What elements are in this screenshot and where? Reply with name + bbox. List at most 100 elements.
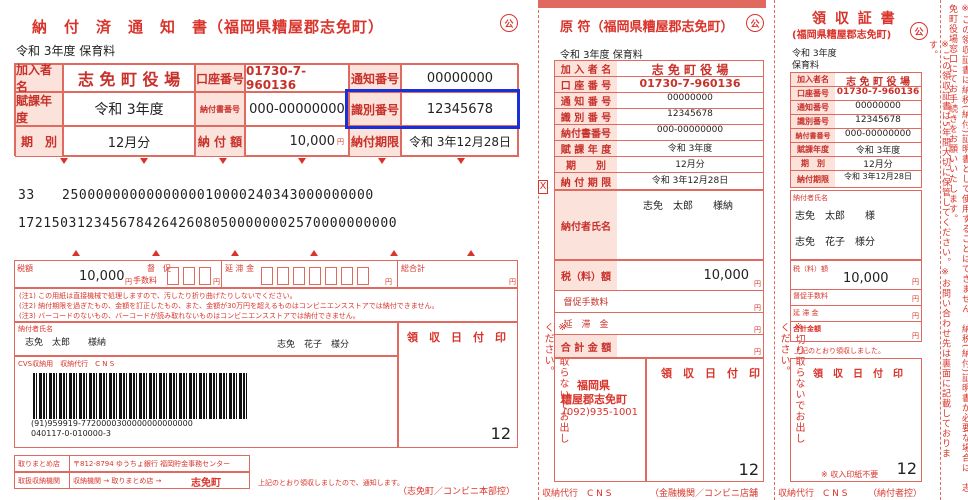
marker-triangle [378,158,386,164]
nofusha-1: 志免 太郎 様 [795,211,875,222]
top-band [538,0,766,8]
yen-unit: 円 [912,295,919,303]
label-ryoshu: 領 収 日 付 印 [407,331,506,344]
note-1: (注1) この用紙は直接機械で処理しますので、汚したり折り曲げたりしないでくださ… [19,292,297,300]
koin-stamp: 公 [746,14,764,32]
koin-stamp: 公 [910,22,928,40]
footer-right: （金融機関／コンビニ店舗控） [650,489,759,499]
toriatsukai-row: 取扱収納機関 収納機関 → 取りまとめ店 → 志免町 [14,472,250,489]
note-2: (注2) 納付期限を過ぎたもの、金額を訂正したもの、また、金額が30万円を超える… [19,302,439,310]
barcode-line-1: 33 2500000000000000010000240343000000000 [18,188,374,203]
label-nofusha: 納付者氏名 [793,194,828,202]
row-value: 01730-7-960136 [836,87,920,97]
label-gokei: 合計金額 [793,325,821,333]
vertical-note-far: ※この領収証書は納税(納付)証明書として使用することはできません。納税(納付)証… [947,4,968,494]
ryoshu-row: 納付書番号 000-00000000 [791,129,921,143]
label-kigen: 納付期限 [349,126,401,157]
row-label: 納付期限 [791,171,835,187]
amount-row: 合 計 金 額 [555,335,763,357]
row-value: 令和 3年度 [855,146,901,156]
divider [221,261,222,289]
slip3-title: 領 収 証 書 [812,11,897,27]
ryoshu-row: 口座番号 01730-7-960136 [791,87,921,101]
nofusho-value: 000-00000000 [245,92,349,126]
row-label: 賦課年度 [791,143,835,156]
koza-value: 01730-7-960136 [245,64,349,92]
note-3: (注3) バーコードのないもの、バーコードが読み取れないものはコンビニエンススト… [19,312,360,320]
label-entai: 延 滞 金 [793,309,819,317]
slip2-title: 原 符（福岡県糟屋郡志免町） [560,20,734,35]
nofusha-2: 志免 花子 様分 [795,237,875,248]
label-zeigaku: 税額 [17,264,33,273]
row-value: 令和 3年度 [667,144,713,154]
row-label: 加入者名 [791,73,835,86]
row-label: 賦 課 年 度 [555,141,617,156]
marker-triangle [457,158,465,164]
barcode-text-2: 040117-0-010000-3 [31,429,111,438]
year-line-2: 保育料 [792,61,820,71]
ryoshu-row: 期 別 12月分 [791,157,921,171]
amount-row: 税（料）額 10,000 [555,261,763,291]
digit-box [277,267,289,285]
row-label: 識 別 番 号 [555,109,617,124]
marker-triangle [310,250,318,256]
row-value: 12345678 [855,115,901,125]
digit-box [309,267,321,285]
toriatsukai-value: 収納機関 → 取りまとめ店 → [73,477,162,485]
marker-triangle [219,158,227,164]
amount-row: 延 滞 金 [555,313,763,335]
yen-unit: 円 [754,304,761,312]
zei-value: 10,000 [843,271,889,286]
footer-left: 収納代行 C N S [778,489,848,499]
row-label: 合 計 金 額 [555,335,617,357]
ryoshu-row: 加入者名志 免 町 役 場 [791,73,921,88]
marker-triangle [152,250,160,256]
nofusha-2: 志免 花子 様分 [277,340,350,350]
perforation [940,0,941,500]
divider [791,321,921,322]
perforation [774,0,775,500]
label-gokei: 総合計 [401,264,425,273]
yen-unit: 円 [912,312,919,320]
digit-box [293,267,305,285]
footer-right: （納付者控） [868,489,923,499]
digit-box [341,267,353,285]
marker-triangle [467,250,475,256]
nofusha-value: 志免 太郎 様納 [643,201,733,212]
row-label: 口座番号 [791,87,835,100]
yen-unit: 円 [125,278,132,286]
yen-unit: 円 [509,278,516,286]
zei-value: 10,000 [703,268,750,283]
row-label: 口 座 番 号 [555,77,617,92]
row-value: 志 免 町 役 場 [651,63,729,77]
stamp-number: 12 [896,459,917,478]
label-tsuchi: 通知番号 [349,64,401,92]
note-received: 上記のとおり領収しました。 [794,347,885,355]
genpu-amounts: 税（料）額 10,000 円 督促手数料 円 延 滞 金 円 合 計 金 額 円 [554,260,764,358]
row-label: 納付書番号 [555,125,617,140]
label-nofusha: 納付者氏名 [18,325,53,333]
genpu-office: 福岡県 糟屋郡志免町 (092)935-1001 [554,358,646,482]
office-2: 糟屋郡志免町 [561,393,627,406]
kanyusha-value: 志 免 町 役 場 [63,64,195,92]
yen-unit: 円 [754,280,761,288]
barcode-image [33,373,247,419]
label-zei: 税（料）額 [793,265,828,273]
shime-label: 志免町 [191,478,221,489]
label-nofusho: 納付書番号 [195,92,245,126]
divider [791,289,921,290]
marker-triangle [140,158,148,164]
genpu-row: 口 座 番 号 01730-7-960136 [555,77,763,93]
label-tokusoku: 督促手数料 [793,292,828,300]
label-nofugaku: 納 付 額 [195,126,245,157]
row-value: 令和 3年12月28日 [844,172,912,181]
yen-unit: 円 [754,348,761,356]
digit-box [183,267,195,285]
tsuchi-value: 00000000 [401,64,519,92]
divider [397,261,398,289]
marker-triangle [390,250,398,256]
yen-unit: 円 [912,278,919,286]
barcode-text: (91)959919-7720000300000000000000 [31,419,193,428]
genpu-stamp: 領 収 日 付 印 12 [646,358,764,482]
digit-box [199,267,211,285]
